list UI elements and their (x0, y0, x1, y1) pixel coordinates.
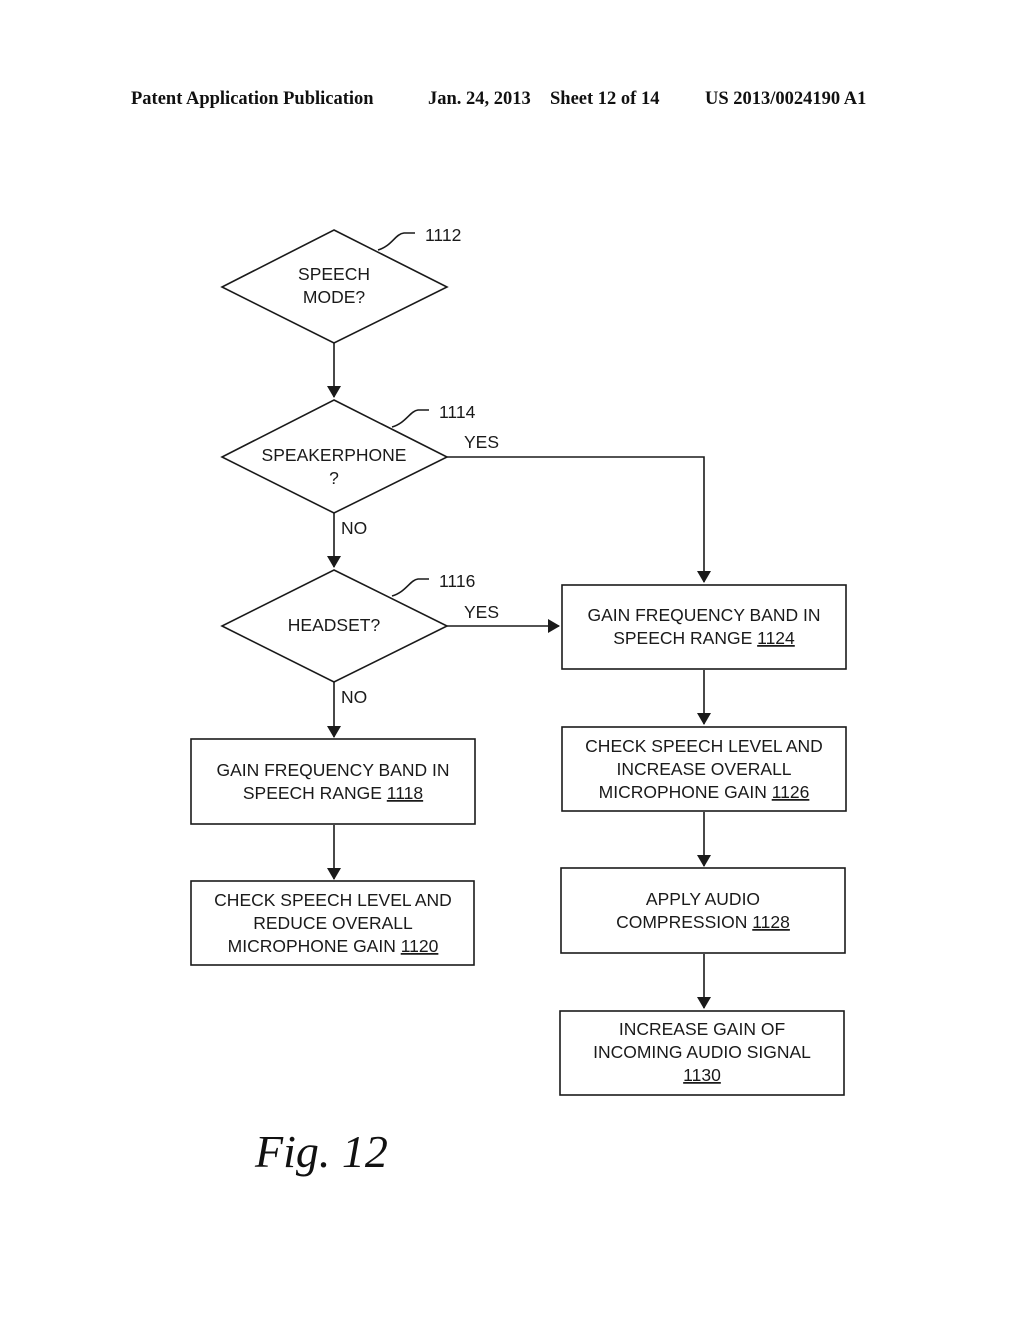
process-increase-incoming-gain-1130: INCREASE GAIN OF INCOMING AUDIO SIGNAL 1… (559, 1010, 845, 1096)
process-reduce-mic-gain-1120: CHECK SPEECH LEVEL AND REDUCE OVERALL MI… (190, 880, 475, 966)
decision-speakerphone: SPEAKERPHONE ? 1114 (220, 399, 476, 514)
node-text: GAIN FREQUENCY BAND IN (587, 605, 820, 625)
ref-number: 1126 (772, 782, 810, 802)
ref-number: 1118 (387, 783, 423, 803)
ref-number: 1116 (439, 571, 475, 591)
ref-number: 1130 (683, 1065, 721, 1085)
edge-label-no: NO (341, 518, 367, 538)
node-text: SPEECH (298, 264, 370, 284)
node-text: INCOMING AUDIO SIGNAL (593, 1042, 811, 1062)
node-text: INCREASE OVERALL (616, 759, 791, 779)
process-gain-frequency-band-1124: GAIN FREQUENCY BAND IN SPEECH RANGE 1124 (561, 584, 847, 670)
edge-label-yes: YES (464, 432, 499, 452)
edge-1114-1124-yes (447, 456, 711, 583)
node-text: SPEECH RANGE 1124 (613, 628, 795, 648)
node-text: COMPRESSION 1128 (616, 912, 790, 932)
ref-number: 1112 (425, 225, 461, 245)
node-text: SPEECH RANGE 1118 (243, 783, 423, 803)
flowchart: YES NO YES NO SPEECH MODE? 1112 SPEAKERP… (190, 225, 847, 1096)
ref-number: 1114 (439, 402, 476, 422)
process-increase-mic-gain-1126: CHECK SPEECH LEVEL AND INCREASE OVERALL … (561, 726, 847, 812)
ref-number: 1124 (757, 628, 795, 648)
node-text: SPEAKERPHONE (262, 445, 407, 465)
node-text: MICROPHONE GAIN 1126 (599, 782, 810, 802)
node-text: APPLY AUDIO (646, 889, 760, 909)
ref-number: 1128 (752, 912, 790, 932)
node-text: MODE? (303, 287, 366, 307)
decision-headset: HEADSET? 1116 (220, 569, 475, 683)
node-text: REDUCE OVERALL (253, 913, 413, 933)
node-text: INCREASE GAIN OF (619, 1019, 785, 1039)
ref-number: 1120 (401, 936, 439, 956)
node-text: GAIN FREQUENCY BAND IN (216, 760, 449, 780)
node-text: CHECK SPEECH LEVEL AND (214, 890, 452, 910)
ref-leader (377, 232, 415, 251)
node-text: ? (329, 468, 339, 488)
ref-leader (391, 578, 429, 597)
decision-speech-mode: SPEECH MODE? 1112 (220, 225, 461, 344)
figure-label: Fig. 12 (255, 1126, 388, 1177)
edge-label-no: NO (341, 687, 367, 707)
node-text: MICROPHONE GAIN 1120 (228, 936, 439, 956)
process-gain-frequency-band-1118: GAIN FREQUENCY BAND IN SPEECH RANGE 1118 (190, 738, 476, 825)
node-text: CHECK SPEECH LEVEL AND (585, 736, 823, 756)
ref-leader (391, 409, 429, 428)
edge-label-yes: YES (464, 602, 499, 622)
node-text: HEADSET? (288, 615, 381, 635)
process-audio-compression-1128: APPLY AUDIO COMPRESSION 1128 (560, 867, 846, 954)
